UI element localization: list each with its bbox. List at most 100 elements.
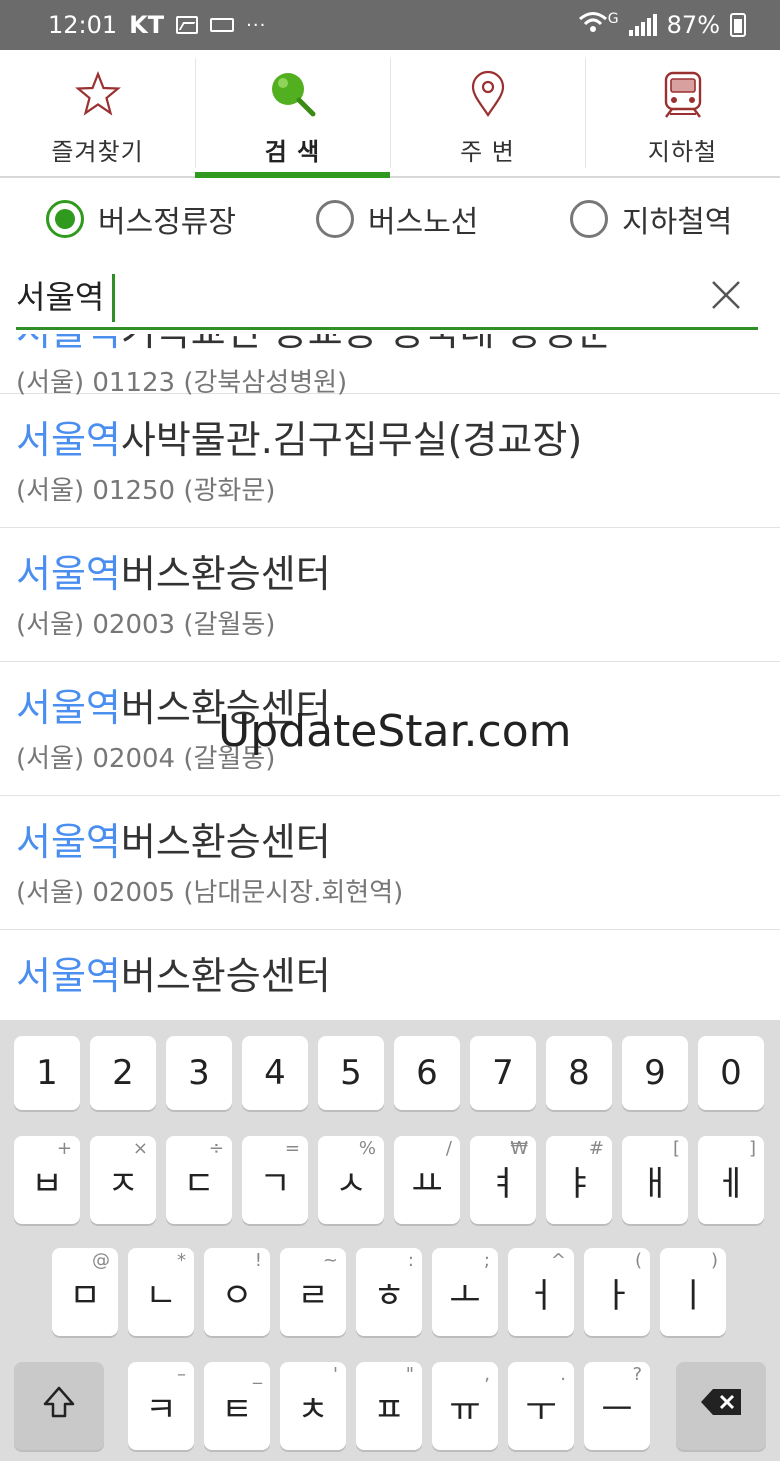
key-yeo[interactable]: ₩ ㅕ: [470, 1136, 536, 1224]
key-7[interactable]: 7: [470, 1036, 536, 1110]
key-hint: .: [560, 1364, 566, 1385]
key-label: ㅏ: [601, 1275, 633, 1316]
list-item[interactable]: 서울역버스환승센터 (서울) 02005 (남대문시장.회현역): [0, 796, 780, 930]
key-mieum[interactable]: @ ㅁ: [52, 1248, 118, 1336]
key-2[interactable]: 2: [90, 1036, 156, 1110]
key-label: ㅈ: [107, 1163, 139, 1204]
key-u[interactable]: .ㅜ: [508, 1362, 574, 1450]
key-8[interactable]: 8: [546, 1036, 612, 1110]
key-yo[interactable]: / ㅛ: [394, 1136, 460, 1224]
key-o[interactable]: ; ㅗ: [432, 1248, 498, 1336]
key-1[interactable]: 1: [14, 1036, 80, 1110]
key-hint: ?: [632, 1364, 642, 1385]
key-eo[interactable]: ^ ㅓ: [508, 1248, 574, 1336]
key-hint: ": [405, 1364, 414, 1385]
key-siot[interactable]: % ㅅ: [318, 1136, 384, 1224]
key-bieup[interactable]: + ㅂ: [14, 1136, 80, 1224]
battery-icon: [730, 13, 746, 37]
key-nieun[interactable]: * ㄴ: [128, 1248, 194, 1336]
key-label: 2: [112, 1053, 134, 1093]
key-0[interactable]: 0: [698, 1036, 764, 1110]
key-yu[interactable]: ,ㅠ: [432, 1362, 498, 1450]
tab-label: 검 색: [264, 138, 321, 166]
key-chieut[interactable]: ' ㅊ: [280, 1362, 346, 1450]
key-giyeok[interactable]: = ㄱ: [242, 1136, 308, 1224]
key-label: ㅛ: [411, 1163, 443, 1204]
key-jieut[interactable]: × ㅈ: [90, 1136, 156, 1224]
key-label: 4: [264, 1053, 286, 1093]
shift-key[interactable]: [14, 1362, 104, 1450]
network-type: G: [607, 11, 619, 27]
result-title: 서울역버스환승센터: [16, 682, 764, 734]
key-label: 6: [416, 1053, 438, 1093]
list-item[interactable]: 서울역버스환승센터: [0, 930, 780, 1018]
key-kieuk[interactable]: – ㅋ: [128, 1362, 194, 1450]
battery-percent: 87%: [666, 11, 720, 39]
key-hint: :: [407, 1250, 414, 1271]
key-label: ㅌ: [221, 1389, 253, 1430]
result-name: 사박물관.김구집무실(경교장): [120, 418, 583, 462]
key-ieung[interactable]: ! ㅇ: [204, 1248, 270, 1336]
list-item[interactable]: 서울역버스환승센터 (서울) 02003 (갈월동): [0, 528, 780, 662]
radio-bus-stop[interactable]: 버스정류장: [46, 197, 236, 241]
list-item[interactable]: 서울역사박물관.김구집무실(경교장) (서울) 01250 (광화문): [0, 394, 780, 528]
key-hint: ^: [550, 1250, 566, 1271]
key-ae[interactable]: [ㅐ: [622, 1136, 688, 1224]
key-a[interactable]: (ㅏ: [584, 1248, 650, 1336]
subway-icon: [657, 68, 709, 120]
result-name: 버스환승센터: [120, 686, 331, 730]
key-label: ㄷ: [183, 1163, 215, 1204]
close-icon[interactable]: [700, 269, 752, 321]
key-5[interactable]: 5: [318, 1036, 384, 1110]
backspace-key[interactable]: [676, 1362, 766, 1450]
key-label: ㅜ: [525, 1389, 557, 1430]
key-hint: –: [177, 1364, 186, 1385]
key-6[interactable]: 6: [394, 1036, 460, 1110]
tab-search[interactable]: 검 색: [195, 50, 390, 178]
result-list: 서울역기독교인·동교동·동국대 동명군 (서울) 01123 (강북삼성병원) …: [0, 334, 780, 1018]
key-pieup[interactable]: " ㅍ: [356, 1362, 422, 1450]
key-rieul[interactable]: ~ ㄹ: [280, 1248, 346, 1336]
list-item[interactable]: 서울역기독교인·동교동·동국대 동명군 (서울) 01123 (강북삼성병원): [0, 334, 780, 398]
key-label: ㄱ: [259, 1163, 291, 1204]
key-e[interactable]: ] ㅔ: [698, 1136, 764, 1224]
key-9[interactable]: 9: [622, 1036, 688, 1110]
key-hint: *: [177, 1250, 186, 1271]
key-ya[interactable]: # ㅑ: [546, 1136, 612, 1224]
key-hint: ~: [322, 1250, 338, 1271]
result-subtitle: (서울) 02003 (갈월동): [16, 610, 276, 640]
tab-favorites[interactable]: 즐겨찾기: [0, 50, 195, 176]
carrier-label: KT: [129, 11, 165, 39]
radio-bus-route[interactable]: 버스노선: [316, 197, 478, 241]
tab-subway[interactable]: 지하철: [585, 50, 780, 176]
search-input[interactable]: [16, 275, 700, 314]
key-digeut[interactable]: ÷ ㄷ: [166, 1136, 232, 1224]
key-label: ㅠ: [449, 1389, 481, 1430]
signal-icon: [628, 14, 657, 36]
backspace-icon: [699, 1386, 743, 1426]
key-tieut[interactable]: _ ㅌ: [204, 1362, 270, 1450]
tab-nearby[interactable]: 주 변: [390, 50, 585, 176]
key-label: 5: [340, 1053, 362, 1093]
key-hieut[interactable]: :ㅎ: [356, 1248, 422, 1336]
radio-label: 버스정류장: [98, 205, 236, 240]
status-bar: 12:01 KT ··· G 87%: [0, 0, 780, 50]
key-eu[interactable]: ? ㅡ: [584, 1362, 650, 1450]
key-label: ㅂ: [31, 1163, 63, 1204]
key-hint: ÷: [208, 1138, 224, 1159]
key-4[interactable]: 4: [242, 1036, 308, 1110]
key-3[interactable]: 3: [166, 1036, 232, 1110]
image-notification-icon: [176, 16, 199, 34]
main-tabs: 즐겨찾기 검 색 주 변 지하철: [0, 50, 780, 178]
list-item[interactable]: 서울역버스환승센터 (서울) 02004 (갈월동): [0, 662, 780, 796]
tab-label: 즐겨찾기: [51, 138, 144, 166]
key-label: ㅔ: [715, 1163, 747, 1204]
key-hint: #: [588, 1138, 604, 1159]
tab-label: 주 변: [460, 138, 515, 166]
key-hint: ): [710, 1250, 718, 1271]
key-label: ㅑ: [563, 1163, 595, 1204]
radio-subway-station[interactable]: 지하철역: [570, 197, 732, 241]
result-highlight: 서울역: [16, 820, 121, 864]
key-hint: @: [92, 1250, 110, 1271]
key-i[interactable]: ) ㅣ: [660, 1248, 726, 1336]
